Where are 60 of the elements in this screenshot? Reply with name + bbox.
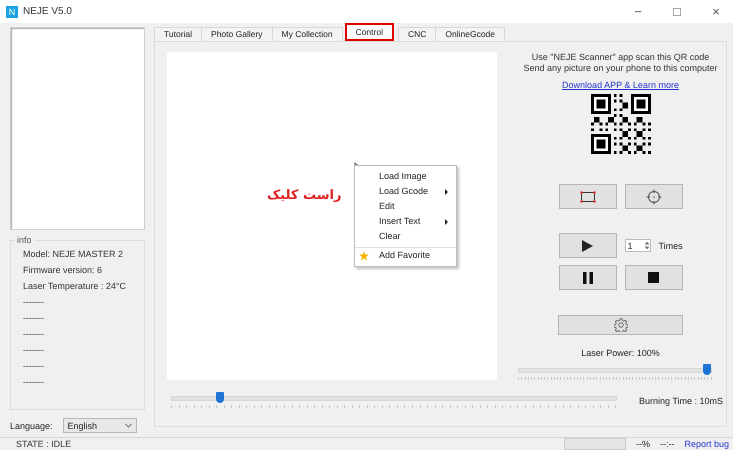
menu-item[interactable]: Add Favorite <box>355 247 456 263</box>
tab[interactable]: CNC <box>398 27 436 41</box>
report-bug-link[interactable]: Report bug <box>684 439 729 449</box>
stop-icon <box>648 272 659 283</box>
play-icon <box>582 240 593 252</box>
group-title: info <box>15 235 34 245</box>
language-label: Language: <box>10 420 53 430</box>
info-text: Laser Temperature : 24°C <box>23 281 127 291</box>
instruction-text: Use "NEJE Scanner" app scan this QR code <box>532 52 710 63</box>
close-button[interactable]: × <box>699 4 733 19</box>
slider-thumb[interactable] <box>703 364 711 375</box>
spinner-arrows-icon <box>644 240 650 251</box>
start-button[interactable] <box>558 233 616 258</box>
center-button[interactable] <box>624 184 682 209</box>
frame-button[interactable] <box>558 184 616 209</box>
info-text: Model: NEJE MASTER 2 <box>23 249 124 259</box>
info-text: ------- <box>23 297 45 307</box>
tab[interactable]: OnlineGcode <box>435 27 506 41</box>
minimize-button[interactable]: − <box>621 4 655 19</box>
maximize-button[interactable]: □ <box>660 4 694 19</box>
tab[interactable]: Tutorial <box>154 27 202 41</box>
tab[interactable]: Photo Gallery <box>201 27 273 41</box>
chevron-down-icon <box>124 423 132 428</box>
stop-button[interactable] <box>624 265 682 290</box>
times-label: Times <box>658 240 682 250</box>
info-text: ------- <box>23 377 45 387</box>
crosshair-icon <box>646 188 662 204</box>
menu-item[interactable]: Load Gcode <box>355 184 456 199</box>
pause-button[interactable] <box>558 265 616 290</box>
slider-thumb[interactable] <box>216 392 224 403</box>
window-title: NEJE V5.0 <box>23 6 73 17</box>
annotation-text: راست کلیک <box>267 188 342 203</box>
submenu-arrow-icon <box>445 189 448 195</box>
menu-item[interactable]: Insert Text <box>355 214 456 229</box>
info-text: ------- <box>23 329 45 339</box>
star-icon <box>359 251 369 261</box>
info-text: Firmware version: 6 <box>23 265 104 275</box>
info-text: ------- <box>23 313 45 323</box>
settings-icon <box>614 318 628 332</box>
app-logo: N <box>6 6 18 18</box>
square-icon <box>580 190 596 202</box>
download-link[interactable]: Download APP & Learn more <box>562 80 679 90</box>
menu-item[interactable]: Clear <box>355 229 456 244</box>
menu-item[interactable]: Edit <box>355 199 456 214</box>
percent-text: --% <box>636 439 650 449</box>
burning-time-label: Burning Time : 10mS <box>639 396 724 406</box>
times-spinner[interactable]: 1 <box>624 239 650 252</box>
menu-item[interactable]: Load Image <box>355 169 456 184</box>
info-text: ------- <box>23 345 45 355</box>
instruction-text: Send any picture on your phone to this computer <box>523 63 718 74</box>
submenu-arrow-icon <box>445 219 448 225</box>
pause-icon <box>582 272 592 284</box>
tab[interactable]: Control <box>344 23 394 41</box>
qr-code <box>590 94 650 154</box>
time-text: --:-- <box>660 439 674 449</box>
info-text: ------- <box>23 361 45 371</box>
status-text: STATE : IDLE <box>16 439 72 449</box>
language-dropdown[interactable]: English <box>62 418 137 433</box>
tab[interactable]: My Collection <box>272 27 343 41</box>
laser-power-label: Laser Power: 100% <box>581 348 660 358</box>
